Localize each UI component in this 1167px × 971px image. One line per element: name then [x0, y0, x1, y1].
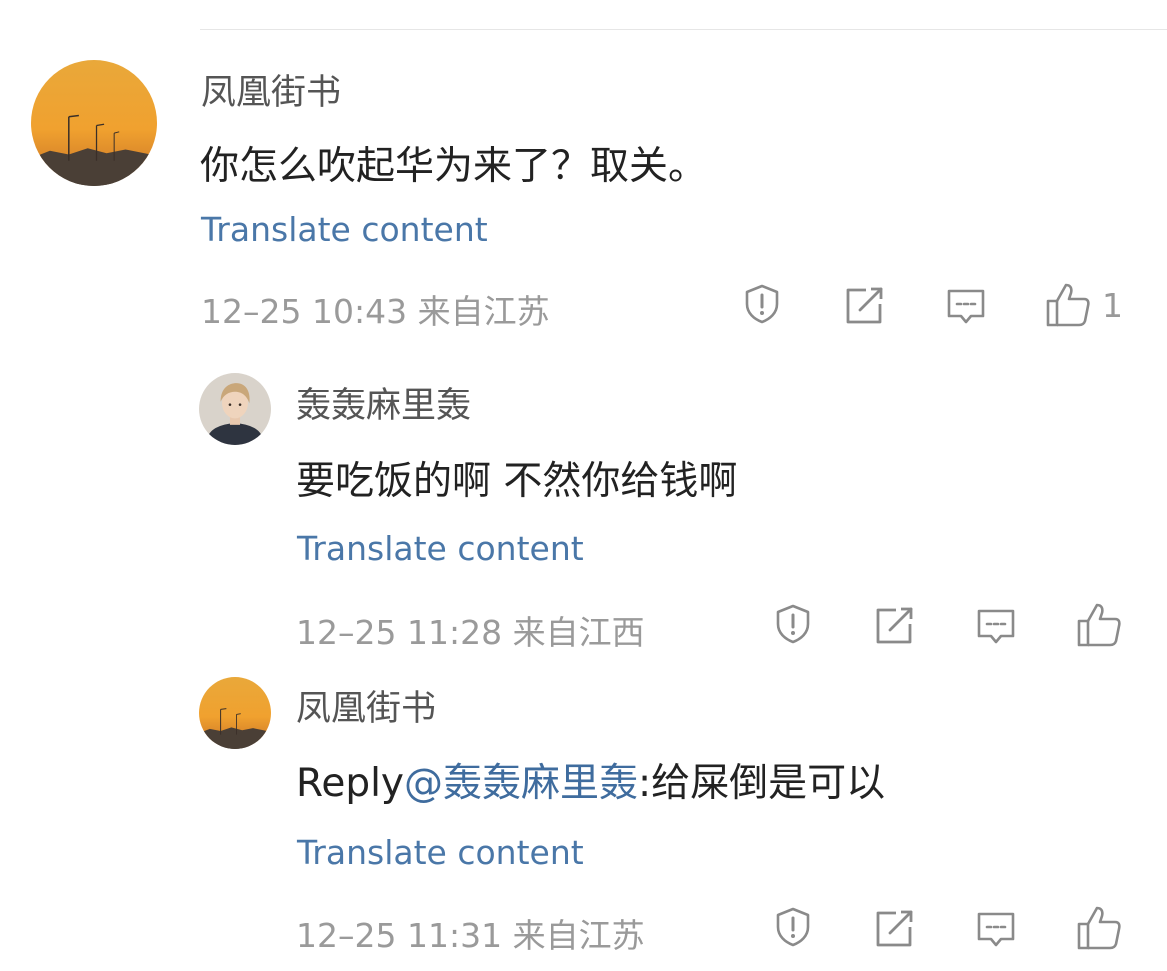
reply-button[interactable]: [975, 607, 1017, 647]
like-button[interactable]: [1075, 904, 1133, 952]
share-button[interactable]: [844, 286, 886, 326]
reply-text: :给屎倒是可以: [638, 761, 886, 806]
comment-text: Reply@轰轰麻里轰:给屎倒是可以: [296, 752, 885, 808]
comment-meta: 12–25 11:31 来自江苏: [296, 916, 645, 955]
username[interactable]: 轰轰麻里轰: [296, 377, 471, 428]
person-avatar-image: [199, 373, 271, 445]
reply-prefix: Reply: [296, 761, 405, 806]
report-icon: [776, 604, 810, 644]
share-icon: [846, 287, 883, 324]
thumbs-up-icon: [1077, 603, 1121, 647]
report-button[interactable]: [772, 603, 814, 645]
like-button[interactable]: [1075, 601, 1133, 649]
comment-icon: [977, 912, 1015, 947]
reply-button[interactable]: [975, 910, 1017, 950]
thumbs-up-icon: [1077, 906, 1121, 950]
comment-meta: 12–25 10:43 来自江苏: [201, 292, 550, 331]
share-button[interactable]: [874, 606, 916, 646]
sunset-avatar-image: [31, 60, 157, 186]
username[interactable]: 凤凰街书: [201, 64, 341, 115]
sunset-avatar-image: [199, 677, 271, 749]
mention-link[interactable]: @轰轰麻里轰: [404, 761, 638, 806]
comment-text: 要吃饭的啊 不然你给钱啊: [296, 459, 738, 504]
top-divider: [200, 29, 1167, 30]
like-button[interactable]: 1: [1044, 281, 1123, 329]
translate-link[interactable]: Translate content: [201, 210, 488, 249]
translate-link[interactable]: Translate content: [297, 833, 584, 872]
reply-button[interactable]: [945, 287, 987, 327]
comment-icon: [947, 289, 985, 324]
translate-link[interactable]: Translate content: [297, 529, 584, 568]
share-button[interactable]: [874, 909, 916, 949]
avatar[interactable]: [199, 677, 271, 749]
share-icon: [876, 910, 913, 947]
thumbs-up-icon: [1046, 283, 1090, 327]
avatar[interactable]: [31, 60, 157, 186]
comment-meta: 12–25 11:28 来自江西: [296, 613, 645, 652]
share-icon: [876, 607, 913, 644]
report-icon: [745, 284, 779, 324]
report-button[interactable]: [741, 283, 783, 325]
report-button[interactable]: [772, 906, 814, 948]
like-count: 1: [1102, 285, 1123, 325]
comment-icon: [977, 609, 1015, 644]
comment-text: 你怎么吹起华为来了？取关。: [200, 144, 708, 189]
avatar[interactable]: [199, 373, 271, 445]
report-icon: [776, 907, 810, 947]
username[interactable]: 凤凰街书: [296, 680, 436, 731]
